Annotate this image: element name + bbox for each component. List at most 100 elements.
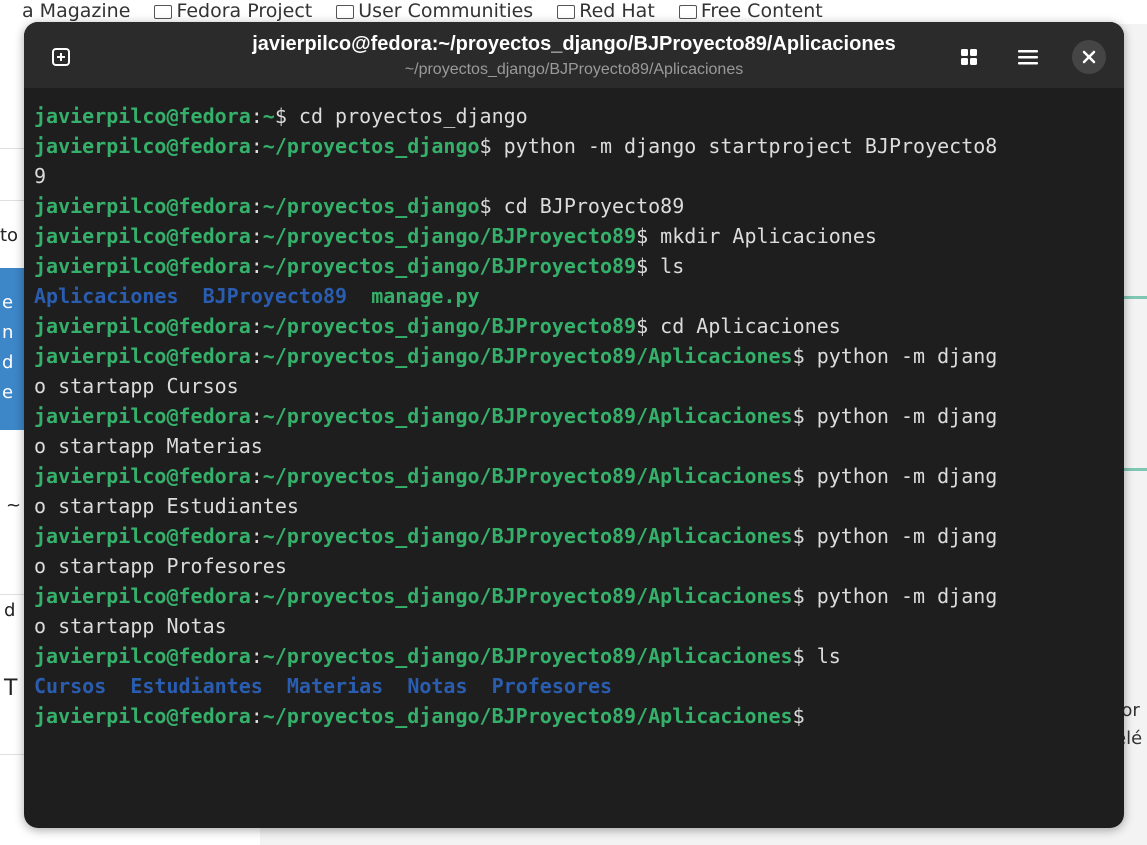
prompt-user: javierpilco@fedora [34, 644, 251, 668]
grid-icon [961, 49, 977, 65]
prompt-symbol: $ [792, 584, 805, 608]
prompt-symbol: $ [636, 254, 649, 278]
command-text: cd Aplicaciones [648, 314, 841, 338]
prompt-path: ~/proyectos_django/BJProyecto89/Aplicaci… [262, 644, 793, 668]
command-text: cd proyectos_django [286, 104, 528, 128]
output-line: o startapp Profesores [34, 551, 1119, 581]
prompt-user: javierpilco@fedora [34, 314, 251, 338]
output-text: o startapp Estudiantes [34, 494, 299, 518]
prompt-user: javierpilco@fedora [34, 464, 251, 488]
prompt-line: javierpilco@fedora:~/proyectos_django/BJ… [34, 401, 1119, 431]
prompt-symbol: $ [636, 224, 649, 248]
close-icon [1082, 50, 1096, 64]
prompt-line: javierpilco@fedora:~/proyectos_django/BJ… [34, 311, 1119, 341]
background-text: T [4, 676, 18, 701]
terminal-output[interactable]: javierpilco@fedora:~$ cd proyectos_djang… [34, 101, 1119, 731]
command-text: ls [648, 254, 685, 278]
folder-icon [557, 4, 576, 19]
prompt-line: javierpilco@fedora:~/proyectos_django$ c… [34, 191, 1119, 221]
prompt-symbol: $ [792, 644, 805, 668]
directory-entry: BJProyecto89 [202, 284, 348, 308]
output-text: o startapp Notas [34, 614, 227, 638]
prompt-path: ~/proyectos_django/BJProyecto89 [262, 254, 637, 278]
prompt-path: ~/proyectos_django [262, 134, 480, 158]
prompt-user: javierpilco@fedora [34, 224, 251, 248]
prompt-user: javierpilco@fedora [34, 404, 251, 428]
prompt-line: javierpilco@fedora:~/proyectos_django/BJ… [34, 461, 1119, 491]
prompt-path: ~/proyectos_django/BJProyecto89/Aplicaci… [262, 704, 793, 728]
command-text: python -m djang [804, 584, 998, 608]
main-menu-button[interactable] [1011, 40, 1045, 74]
bookmark-item[interactable]: Red Hat [557, 0, 655, 22]
command-text: python -m djang [804, 344, 998, 368]
command-text: python -m djang [804, 524, 998, 548]
output-line: o startapp Notas [34, 611, 1119, 641]
output-text: o startapp Materias [34, 434, 263, 458]
prompt-line: javierpilco@fedora:~/proyectos_django/BJ… [34, 341, 1119, 371]
prompt-path: ~/proyectos_django/BJProyecto89/Aplicaci… [262, 404, 793, 428]
prompt-path: ~/proyectos_django/BJProyecto89/Aplicaci… [262, 584, 793, 608]
prompt-separator: : [250, 644, 263, 668]
prompt-symbol: $ [792, 704, 805, 728]
output-line: 9 [34, 161, 1119, 191]
prompt-symbol: $ [792, 524, 805, 548]
bookmark-item[interactable]: User Communities [336, 0, 533, 22]
prompt-symbol: $ [636, 314, 649, 338]
folder-icon [336, 4, 355, 19]
prompt-path: ~/proyectos_django/BJProyecto89/Aplicaci… [262, 524, 793, 548]
directory-entry: Aplicaciones [34, 284, 179, 308]
prompt-path: ~/proyectos_django/BJProyecto89/Aplicaci… [262, 464, 793, 488]
folder-icon [678, 4, 697, 19]
command-text: python -m djang [804, 404, 998, 428]
prompt-separator: : [250, 134, 263, 158]
prompt-separator: : [250, 404, 263, 428]
prompt-separator: : [250, 224, 263, 248]
prompt-user: javierpilco@fedora [34, 584, 251, 608]
prompt-separator: : [250, 524, 263, 548]
prompt-path: ~/proyectos_django [262, 194, 480, 218]
close-button[interactable] [1072, 40, 1106, 74]
directory-entry: Cursos [34, 674, 107, 698]
prompt-path: ~/proyectos_django/BJProyecto89/Aplicaci… [262, 344, 793, 368]
command-text: python -m djang [804, 464, 998, 488]
prompt-user: javierpilco@fedora [34, 254, 251, 278]
prompt-symbol: $ [479, 134, 492, 158]
bookmark-item[interactable]: Fedora Project [154, 0, 312, 22]
bookmark-item[interactable]: a Magazine [22, 0, 130, 22]
command-text: mkdir Aplicaciones [648, 224, 877, 248]
prompt-line: javierpilco@fedora:~$ cd proyectos_djang… [34, 101, 1119, 131]
prompt-user: javierpilco@fedora [34, 194, 251, 218]
view-tabs-button[interactable] [952, 40, 986, 74]
command-text: cd BJProyecto89 [491, 194, 685, 218]
prompt-symbol: $ [792, 464, 805, 488]
ls-output-line: Cursos Estudiantes Materias Notas Profes… [34, 671, 1119, 701]
prompt-symbol: $ [479, 194, 492, 218]
prompt-line: javierpilco@fedora:~/proyectos_django/BJ… [34, 701, 1119, 731]
background-text: ~ [6, 495, 22, 516]
bookmark-item[interactable]: Free Content [678, 0, 823, 22]
prompt-path: ~ [262, 104, 275, 128]
prompt-separator: : [250, 584, 263, 608]
output-text: o startapp Profesores [34, 554, 287, 578]
prompt-user: javierpilco@fedora [34, 134, 251, 158]
output-line: o startapp Materias [34, 431, 1119, 461]
prompt-line: javierpilco@fedora:~/proyectos_django/BJ… [34, 521, 1119, 551]
prompt-line: javierpilco@fedora:~/proyectos_django$ p… [34, 131, 1119, 161]
prompt-separator: : [250, 104, 263, 128]
output-text: 9 [34, 164, 47, 188]
prompt-user: javierpilco@fedora [34, 104, 251, 128]
prompt-line: javierpilco@fedora:~/proyectos_django/BJ… [34, 221, 1119, 251]
background-text: d [4, 600, 16, 621]
background-text: n [2, 322, 14, 343]
background-text: to [0, 225, 19, 246]
prompt-path: ~/proyectos_django/BJProyecto89 [262, 224, 637, 248]
ls-output-line: Aplicaciones BJProyecto89 manage.py [34, 281, 1119, 311]
prompt-symbol: $ [792, 344, 805, 368]
title-bar[interactable]: javierpilco@fedora:~/proyectos_django/BJ… [24, 22, 1124, 88]
directory-entry: Profesores [491, 674, 613, 698]
prompt-symbol: $ [274, 104, 287, 128]
